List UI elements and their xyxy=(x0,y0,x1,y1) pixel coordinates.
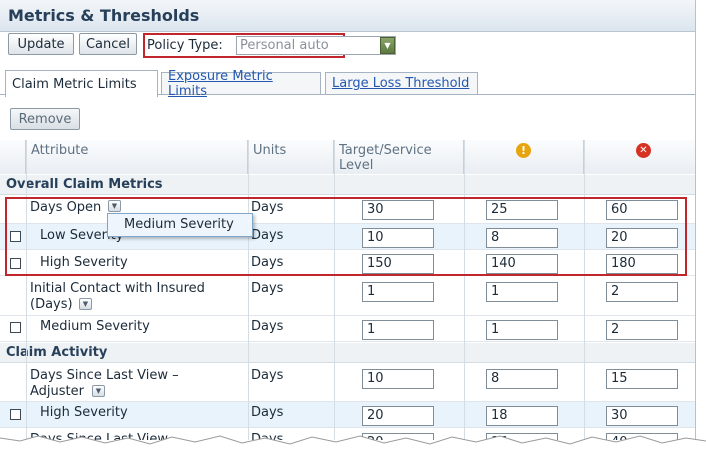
error-icon: ✕ xyxy=(636,143,651,158)
warning-input[interactable]: 8 xyxy=(486,369,558,389)
tab-claim-metric-limits[interactable]: Claim Metric Limits xyxy=(5,70,158,97)
warning-input[interactable]: 1 xyxy=(486,320,558,340)
error-input[interactable]: 2 xyxy=(606,282,678,302)
column-divider xyxy=(584,140,585,440)
chevron-down-icon[interactable]: ▼ xyxy=(92,385,105,397)
target-input[interactable]: 1 xyxy=(362,282,434,302)
header-target[interactable]: Target/Service Level xyxy=(334,140,464,174)
policy-type-label: Policy Type: xyxy=(147,38,223,53)
units-cell: Days xyxy=(251,281,284,296)
row-checkbox[interactable] xyxy=(10,409,21,420)
menu-item-medium-severity[interactable]: Medium Severity xyxy=(124,217,234,232)
column-divider xyxy=(26,140,27,440)
warning-input[interactable]: 18 xyxy=(486,406,558,426)
target-input[interactable]: 10 xyxy=(362,369,434,389)
update-button[interactable]: Update xyxy=(8,33,74,55)
target-input[interactable]: 20 xyxy=(362,406,434,426)
attribute-cell-line2: Adjuster xyxy=(30,384,84,399)
header-units[interactable]: Units xyxy=(248,140,334,174)
attribute-cell-line1: Days Since Last View – xyxy=(30,368,179,383)
units-cell: Days xyxy=(251,368,284,383)
units-cell: Days xyxy=(251,319,284,334)
column-divider xyxy=(464,140,465,440)
severity-dropdown-menu[interactable]: Medium Severity xyxy=(107,213,253,237)
column-divider xyxy=(248,140,249,440)
title-bar: Metrics & Thresholds xyxy=(0,0,695,32)
attribute-cell-line2: (Days) xyxy=(30,297,73,312)
warning-input[interactable]: 1 xyxy=(486,282,558,302)
torn-edge xyxy=(0,435,706,452)
attribute-cell-line1: Initial Contact with Insured xyxy=(30,281,205,296)
error-input[interactable]: 15 xyxy=(606,369,678,389)
section-claim-activity: Claim Activity xyxy=(0,343,695,363)
section-overall-claim-metrics: Overall Claim Metrics xyxy=(0,175,695,195)
warning-icon: ! xyxy=(516,143,531,158)
tab-exposure-metric-limits[interactable]: Exposure Metric Limits xyxy=(161,69,321,99)
remove-button[interactable]: Remove xyxy=(10,108,80,130)
units-cell: Days xyxy=(251,405,284,420)
header-checkbox-col xyxy=(0,140,26,174)
attribute-cell: Medium Severity xyxy=(40,319,150,334)
chevron-down-icon[interactable]: ▼ xyxy=(380,37,395,54)
tab-large-loss-threshold[interactable]: Large Loss Threshold xyxy=(325,72,478,94)
cancel-button[interactable]: Cancel xyxy=(79,33,137,55)
header-attribute[interactable]: Attribute xyxy=(26,140,248,174)
attribute-cell: High Severity xyxy=(40,405,128,420)
error-input[interactable]: 30 xyxy=(606,406,678,426)
chevron-down-icon[interactable]: ▼ xyxy=(79,298,92,310)
metrics-window: Metrics & Thresholds Update Cancel Polic… xyxy=(0,0,696,440)
row-checkbox[interactable] xyxy=(10,322,21,333)
policy-type-value: Personal auto xyxy=(240,38,329,53)
column-divider xyxy=(334,140,335,440)
error-input[interactable]: 2 xyxy=(606,320,678,340)
target-input[interactable]: 1 xyxy=(362,320,434,340)
page-title: Metrics & Thresholds xyxy=(8,6,200,25)
